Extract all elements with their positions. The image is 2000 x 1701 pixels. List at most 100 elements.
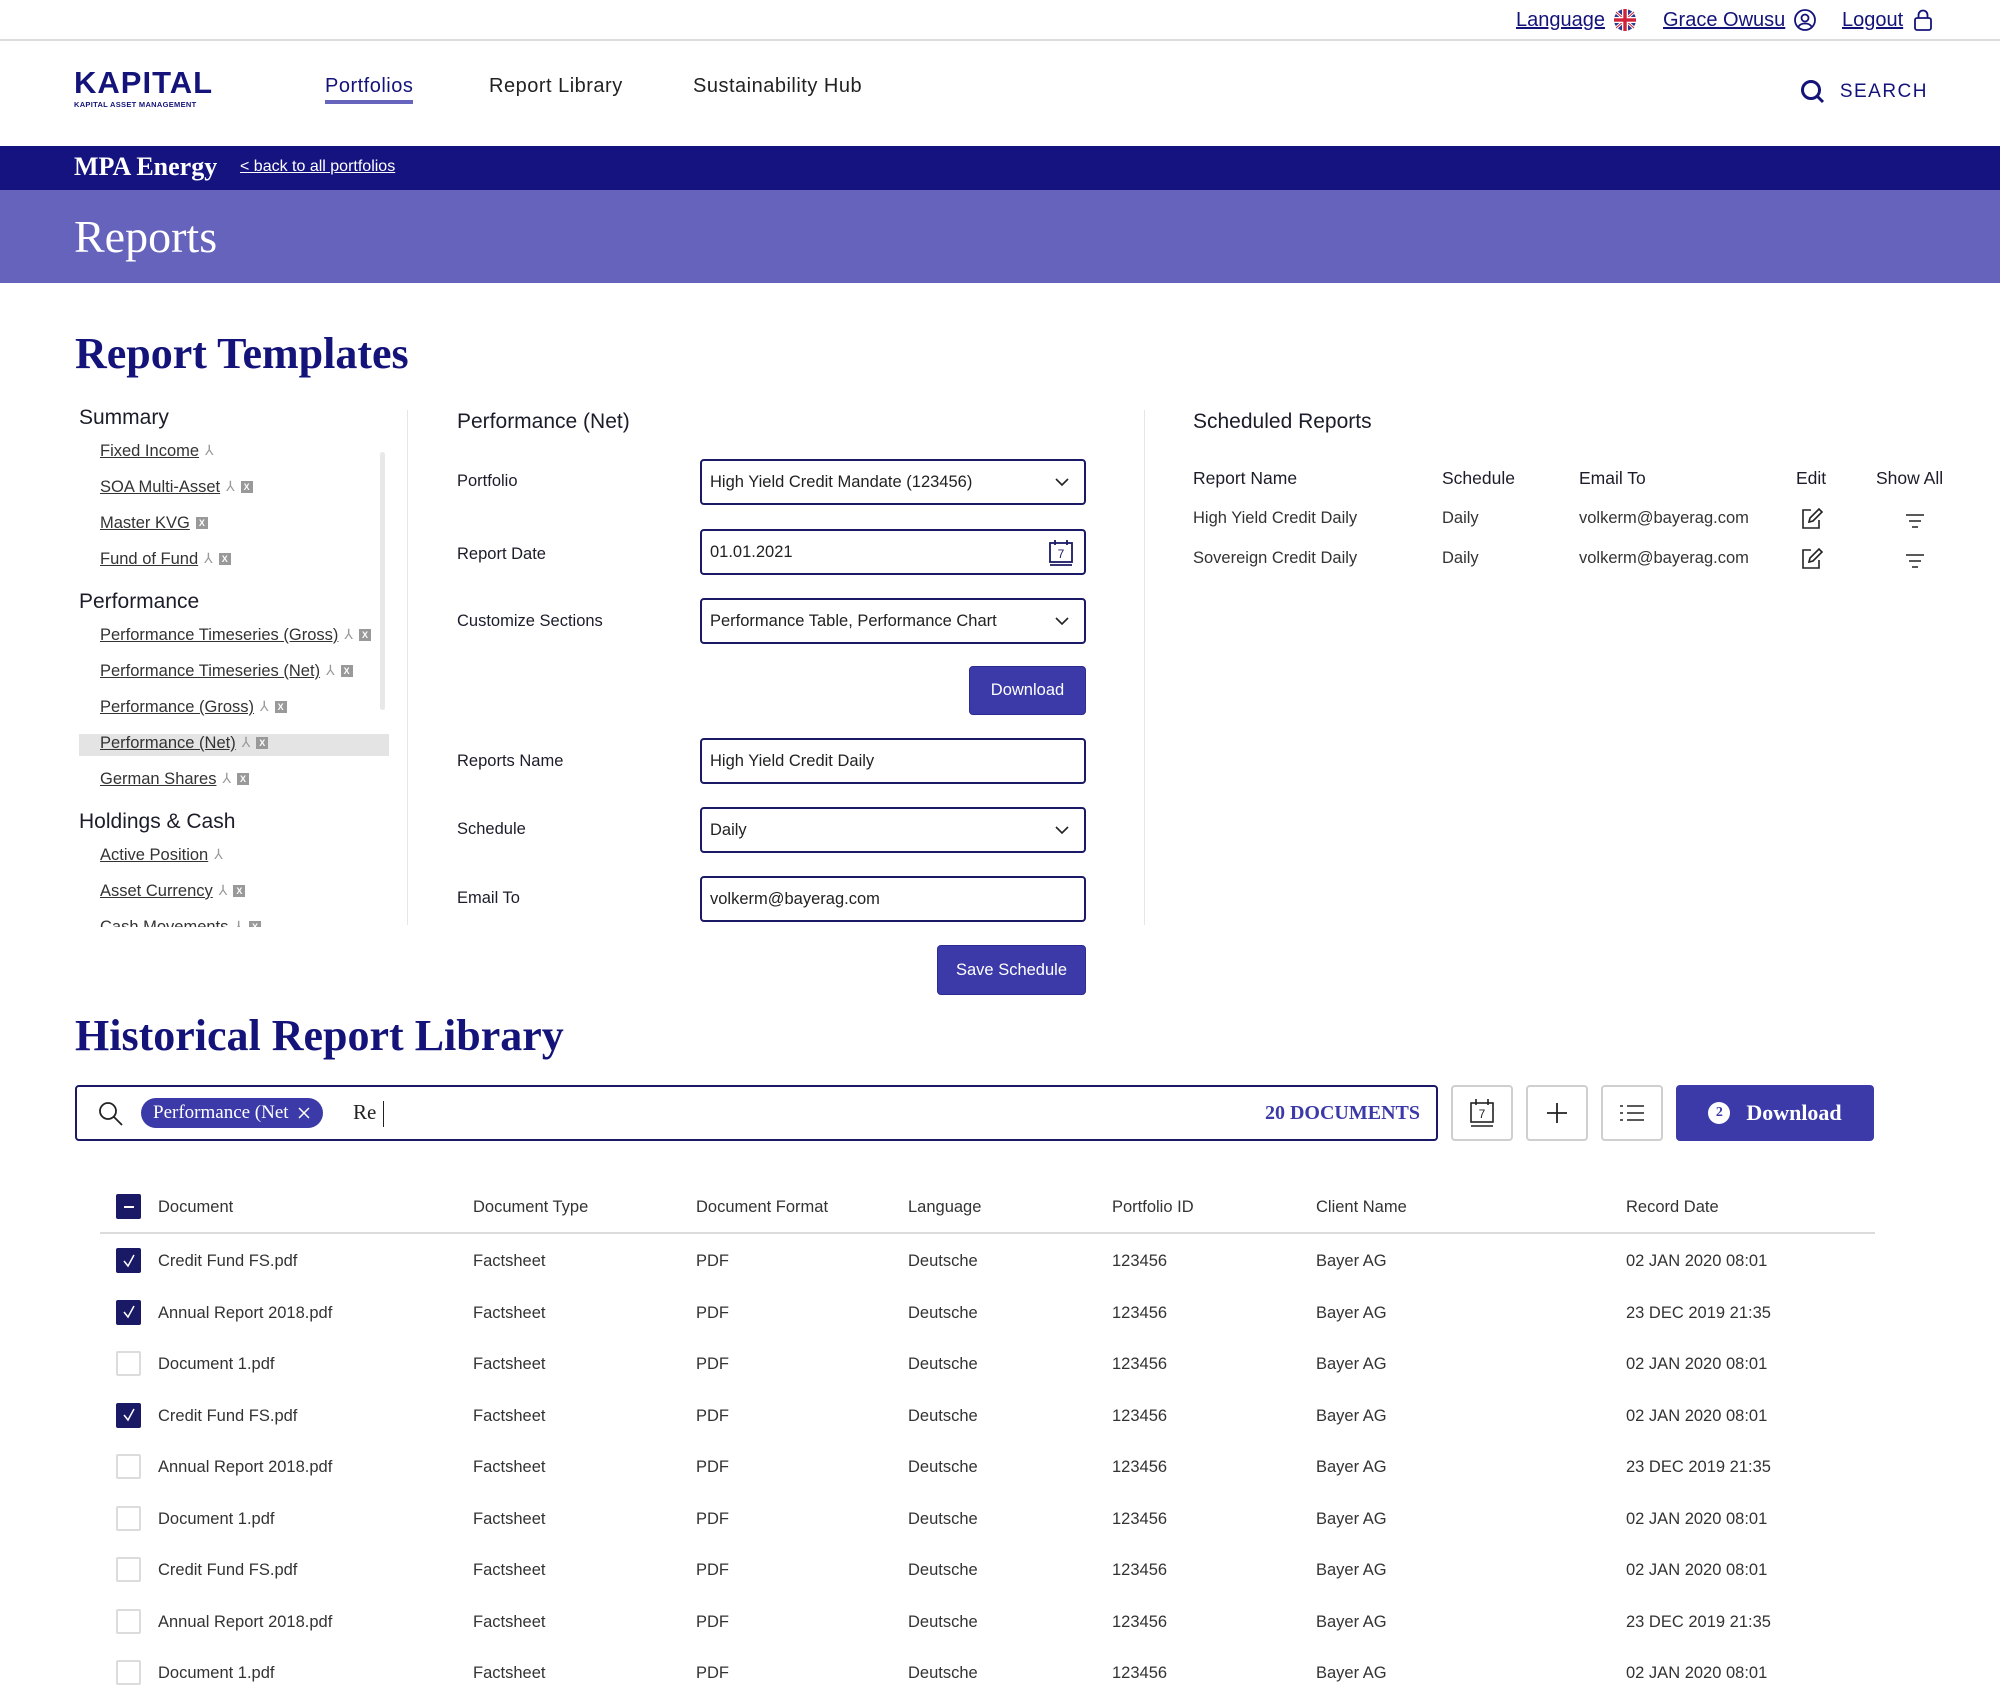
cell-document[interactable]: Annual Report 2018.pdf	[158, 1458, 332, 1477]
row-checkbox[interactable]	[116, 1505, 141, 1531]
template-item[interactable]: Master KVG X	[79, 514, 389, 550]
pdf-icon[interactable]: ⅄	[204, 550, 213, 567]
template-item[interactable]: Performance Timeseries (Gross) ⅄ X	[79, 626, 389, 662]
template-item[interactable]: Performance (Gross) ⅄ X	[79, 698, 389, 734]
template-item[interactable]: SOA Multi-Asset ⅄ X	[79, 478, 389, 514]
edit-icon[interactable]	[1800, 547, 1824, 571]
cell-document[interactable]: Document 1.pdf	[158, 1355, 274, 1374]
col-show-all[interactable]: Show All	[1876, 468, 1943, 489]
excel-icon[interactable]: X	[233, 885, 246, 897]
download-button[interactable]: Download	[969, 666, 1086, 715]
save-schedule-button[interactable]: Save Schedule	[937, 945, 1086, 995]
template-item[interactable]: Fixed Income ⅄	[79, 442, 389, 478]
row-checkbox[interactable]	[116, 1454, 141, 1479]
library-search-bar[interactable]: Performance (Net 20 DOCUMENTS	[75, 1085, 1438, 1141]
cell-document[interactable]: Credit Fund FS.pdf	[158, 1407, 297, 1426]
table-row[interactable]: Document 1.pdf Factsheet PDF Deutsche 123456…	[100, 1502, 1875, 1554]
cell-document[interactable]: Document 1.pdf	[158, 1664, 274, 1683]
table-row[interactable]: Credit Fund FS.pdf Factsheet PDF Deutsche 12…	[100, 1553, 1875, 1605]
pdf-icon[interactable]: ⅄	[344, 626, 353, 643]
excel-icon[interactable]: X	[195, 517, 208, 529]
template-item[interactable]: German Shares ⅄ X	[79, 770, 389, 806]
pdf-icon[interactable]: ⅄	[222, 770, 231, 787]
filter-chip[interactable]: Performance (Net	[141, 1098, 323, 1128]
logout-link[interactable]: Logout	[1842, 8, 1935, 32]
language-link[interactable]: Language	[1516, 8, 1637, 32]
back-to-portfolios-link[interactable]: < back to all portfolios	[240, 158, 395, 176]
customize-sections-select[interactable]: Performance Table, Performance Chart	[700, 598, 1086, 644]
table-row[interactable]: Credit Fund FS.pdf Factsheet PDF Deutsche 12…	[100, 1244, 1875, 1296]
excel-icon[interactable]: X	[358, 629, 371, 641]
row-checkbox[interactable]	[116, 1402, 141, 1428]
pdf-icon[interactable]: ⅄	[242, 734, 251, 751]
pdf-icon[interactable]: ⅄	[214, 846, 223, 863]
row-checkbox[interactable]	[116, 1608, 141, 1634]
excel-icon[interactable]: X	[248, 921, 261, 927]
table-row[interactable]: Annual Report 2018.pdf Factsheet PDF Deutsc…	[100, 1605, 1875, 1657]
calendar-icon[interactable]: 7	[1048, 539, 1074, 567]
template-item[interactable]: Cash Movements ⅄ X	[79, 918, 389, 927]
date-filter-button[interactable]: 7	[1451, 1085, 1513, 1141]
template-item[interactable]: Performance Timeseries (Net) ⅄ X	[79, 662, 389, 698]
column-header[interactable]: Portfolio ID	[1112, 1198, 1194, 1217]
column-header[interactable]: Record Date	[1626, 1198, 1719, 1217]
pdf-icon[interactable]: ⅄	[326, 662, 335, 679]
excel-icon[interactable]: X	[218, 553, 231, 565]
table-row[interactable]: Document 1.pdf Factsheet PDF Deutsche 123456…	[100, 1347, 1875, 1399]
table-row[interactable]: Annual Report 2018.pdf Factsheet PDF Deutsc…	[100, 1450, 1875, 1502]
excel-icon[interactable]: X	[237, 773, 250, 785]
pdf-icon[interactable]: ⅄	[205, 442, 214, 459]
table-row[interactable]: Document 1.pdf Factsheet PDF Deutsche 123456…	[100, 1656, 1875, 1701]
pdf-icon[interactable]: ⅄	[226, 478, 235, 495]
filter-icon[interactable]	[1903, 549, 1927, 573]
excel-icon[interactable]: X	[256, 737, 269, 749]
user-link[interactable]: Grace Owusu	[1663, 8, 1817, 32]
template-list-scrollbar[interactable]	[380, 452, 385, 710]
row-checkbox[interactable]	[116, 1299, 141, 1325]
bulk-download-button[interactable]: 2 Download	[1676, 1085, 1874, 1141]
template-item[interactable]: Asset Currency ⅄ X	[79, 882, 389, 918]
row-checkbox[interactable]	[116, 1248, 141, 1273]
excel-icon[interactable]: X	[274, 701, 287, 713]
excel-icon[interactable]: X	[240, 481, 253, 493]
cell-document[interactable]: Annual Report 2018.pdf	[158, 1613, 332, 1632]
close-icon[interactable]	[297, 1106, 311, 1120]
email-input[interactable]: volkerm@bayerag.com	[700, 876, 1086, 922]
nav-sustainability-hub[interactable]: Sustainability Hub	[693, 75, 862, 98]
row-checkbox[interactable]	[116, 1557, 141, 1582]
column-header[interactable]: Document Type	[473, 1198, 588, 1217]
template-item[interactable]: Performance (Net) ⅄ X	[79, 734, 389, 756]
portfolio-select[interactable]: High Yield Credit Mandate (123456)	[700, 459, 1086, 505]
edit-icon[interactable]	[1800, 507, 1824, 531]
report-date-field[interactable]: 01.01.2021 7	[700, 529, 1086, 575]
add-button[interactable]	[1526, 1085, 1588, 1141]
column-header[interactable]: Language	[908, 1198, 981, 1217]
column-header[interactable]: Client Name	[1316, 1198, 1407, 1217]
template-item[interactable]: Fund of Fund ⅄ X	[79, 550, 389, 586]
library-search-input[interactable]	[353, 1100, 953, 1125]
schedule-select[interactable]: Daily	[700, 807, 1086, 853]
table-row[interactable]: Credit Fund FS.pdf Factsheet PDF Deutsche 12…	[100, 1399, 1875, 1451]
list-view-button[interactable]	[1601, 1085, 1663, 1141]
column-header[interactable]: Document Format	[696, 1198, 828, 1217]
filter-icon[interactable]	[1903, 509, 1927, 533]
template-item[interactable]: Active Position ⅄	[79, 846, 389, 882]
excel-icon[interactable]: X	[340, 665, 353, 677]
column-header[interactable]: Document	[158, 1198, 233, 1217]
search-button[interactable]: SEARCH	[1800, 79, 1928, 105]
row-checkbox[interactable]	[116, 1351, 141, 1376]
nav-portfolios[interactable]: Portfolios	[325, 75, 414, 104]
reports-name-input[interactable]: High Yield Credit Daily	[700, 738, 1086, 784]
cell-document[interactable]: Credit Fund FS.pdf	[158, 1252, 297, 1271]
pdf-icon[interactable]: ⅄	[260, 698, 269, 715]
cell-document[interactable]: Annual Report 2018.pdf	[158, 1304, 332, 1323]
cell-document[interactable]: Credit Fund FS.pdf	[158, 1561, 297, 1580]
row-checkbox[interactable]	[116, 1660, 141, 1685]
nav-report-library[interactable]: Report Library	[489, 75, 623, 98]
pdf-icon[interactable]: ⅄	[219, 882, 228, 899]
table-row[interactable]: Annual Report 2018.pdf Factsheet PDF Deutsc…	[100, 1296, 1875, 1348]
cell-document[interactable]: Document 1.pdf	[158, 1510, 274, 1529]
logo[interactable]: KAPITAL KAPITAL ASSET MANAGEMENT	[74, 67, 213, 109]
pdf-icon[interactable]: ⅄	[234, 918, 243, 927]
select-all-checkbox[interactable]	[116, 1194, 141, 1219]
